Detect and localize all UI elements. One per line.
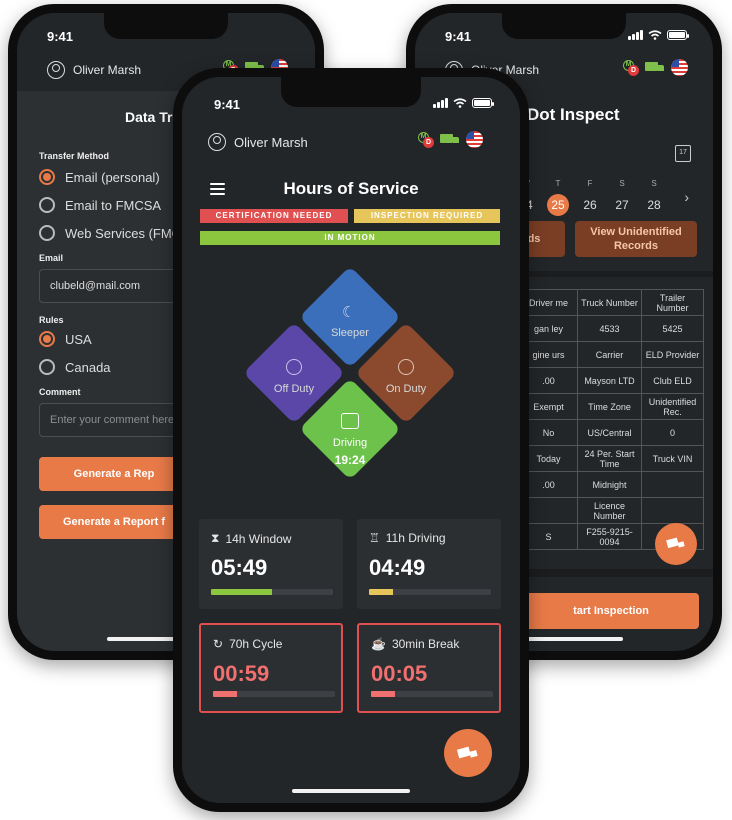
off-duty-label: Off Duty	[273, 383, 315, 395]
date-strip: W24 T25 F26 S27 S28	[515, 179, 665, 216]
wifi-icon	[648, 30, 662, 40]
md-status-icon[interactable]: MD	[418, 131, 434, 148]
radio-icon	[39, 169, 55, 185]
coffee-icon: ☕	[371, 637, 386, 651]
table-row: Today 24 Per. Start Time Truck VIN	[519, 445, 704, 472]
truck-stamp-icon	[457, 746, 478, 758]
card-value: 05:49	[211, 555, 268, 580]
radio-usa[interactable]: USA	[39, 331, 92, 347]
truck-icon[interactable]	[645, 61, 665, 75]
cycle-icon: ↻	[213, 637, 224, 651]
cycle-70h-card[interactable]: ↻ 70h Cycle 00:59	[199, 623, 343, 713]
moon-icon: ☾	[342, 304, 356, 321]
window-14h-card[interactable]: ⧗ 14h Window 05:49	[199, 519, 343, 609]
progress-bar	[211, 589, 333, 595]
radio-email-personal[interactable]: Email (personal)	[39, 169, 160, 185]
radio-email-fmcsa[interactable]: Email to FMCSA	[39, 197, 161, 213]
home-indicator	[292, 789, 410, 793]
inspection-table: Driver me Truck Number Trailer Number gan …	[519, 289, 704, 550]
battery-icon	[667, 30, 689, 40]
page-title: Dot Inspect	[527, 105, 620, 124]
truck-stamp-icon	[666, 537, 685, 549]
page-title: Hours of Service	[283, 179, 419, 198]
table-row: No US/Central 0	[519, 419, 704, 446]
driving-time: 19:24	[334, 453, 366, 467]
start-inspection-button[interactable]: tart Inspection	[523, 593, 699, 629]
table-row: .00 Midnight	[519, 471, 704, 498]
us-flag-icon[interactable]	[671, 59, 688, 76]
email-label: Email	[39, 253, 64, 263]
chevron-right-icon[interactable]: ›	[684, 189, 689, 205]
generate-report-fmcsa-button[interactable]: Generate a Report f	[39, 505, 189, 539]
comment-label: Comment	[39, 387, 81, 397]
transfer-method-label: Transfer Method	[39, 151, 110, 161]
page-title: Data Tra	[125, 109, 181, 125]
us-flag-icon[interactable]	[466, 131, 483, 148]
radio-web-services[interactable]: Web Services (FMC	[39, 225, 181, 241]
table-row: .00 Mayson LTD Club ELD	[519, 367, 704, 394]
progress-bar	[369, 589, 491, 595]
avatar-icon	[47, 61, 65, 79]
battery-icon	[472, 98, 494, 108]
day-item[interactable]: S 27	[611, 179, 633, 216]
stopwatch-icon	[398, 359, 414, 375]
certification-needed-banner[interactable]: CERTIFICATION NEEDED	[200, 209, 348, 223]
power-icon	[286, 359, 302, 375]
avatar-icon	[208, 133, 226, 151]
status-time: 9:41	[47, 29, 74, 44]
card-value: 00:59	[213, 661, 270, 686]
view-unidentified-records-button[interactable]: View Unidentified Records	[575, 221, 697, 257]
radio-icon	[39, 225, 55, 241]
calendar-icon[interactable]: 17	[675, 145, 691, 162]
md-status-icon[interactable]: MD	[623, 59, 639, 76]
table-row: Exempt Time Zone Unidentified Rec.	[519, 393, 704, 420]
center-phone: 9:41 Oliver Marsh MD Hours of Service CE…	[173, 68, 529, 812]
day-item[interactable]: S 28	[643, 179, 665, 216]
driving-label: Driving	[332, 437, 368, 449]
radio-canada[interactable]: Canada	[39, 359, 111, 375]
table-row: gan ley 4533 5425	[519, 315, 704, 342]
card-value: 00:05	[371, 661, 428, 686]
status-time: 9:41	[214, 97, 241, 112]
table-row: Driver me Truck Number Trailer Number	[519, 289, 704, 316]
steering-icon: ♖	[369, 531, 380, 545]
sleeper-label: Sleeper	[331, 327, 369, 339]
truck-icon[interactable]	[440, 133, 460, 147]
user-name: Oliver Marsh	[73, 63, 142, 77]
progress-bar	[371, 691, 493, 697]
day-item-selected[interactable]: T 25	[547, 179, 569, 216]
status-time: 9:41	[445, 29, 472, 44]
table-row: gine urs Carrier ELD Provider	[519, 341, 704, 368]
comment-field[interactable]: Enter your comment here	[39, 403, 189, 437]
hours-of-service-screen: 9:41 Oliver Marsh MD Hours of Service CE…	[182, 77, 520, 803]
user-header[interactable]: Oliver Marsh	[47, 61, 141, 79]
wifi-icon	[453, 98, 467, 108]
inspection-required-banner[interactable]: INSPECTION REQUIRED	[354, 209, 500, 223]
signal-icon	[628, 30, 643, 40]
progress-bar	[213, 691, 335, 697]
email-field[interactable]: clubeld@mail.com	[39, 269, 189, 303]
truck-action-button[interactable]	[655, 523, 697, 565]
rules-label: Rules	[39, 315, 64, 325]
radio-icon	[39, 197, 55, 213]
card-value: 04:49	[369, 555, 426, 580]
user-name: Oliver Marsh	[234, 134, 308, 150]
driving-11h-card[interactable]: ♖ 11h Driving 04:49	[357, 519, 501, 609]
signal-icon	[433, 98, 448, 108]
in-motion-banner: IN MOTION	[200, 231, 500, 245]
break-30min-card[interactable]: ☕ 30min Break 00:05	[357, 623, 501, 713]
radio-icon	[39, 331, 55, 347]
route-icon	[341, 413, 359, 429]
radio-icon	[39, 359, 55, 375]
day-item[interactable]: F 26	[579, 179, 601, 216]
generate-report-button[interactable]: Generate a Rep	[39, 457, 189, 491]
on-duty-label: On Duty	[385, 383, 427, 395]
hourglass-icon: ⧗	[211, 531, 220, 545]
truck-action-button[interactable]	[444, 729, 492, 777]
user-header[interactable]: Oliver Marsh	[208, 133, 308, 151]
table-row: Licence Number	[519, 497, 704, 524]
